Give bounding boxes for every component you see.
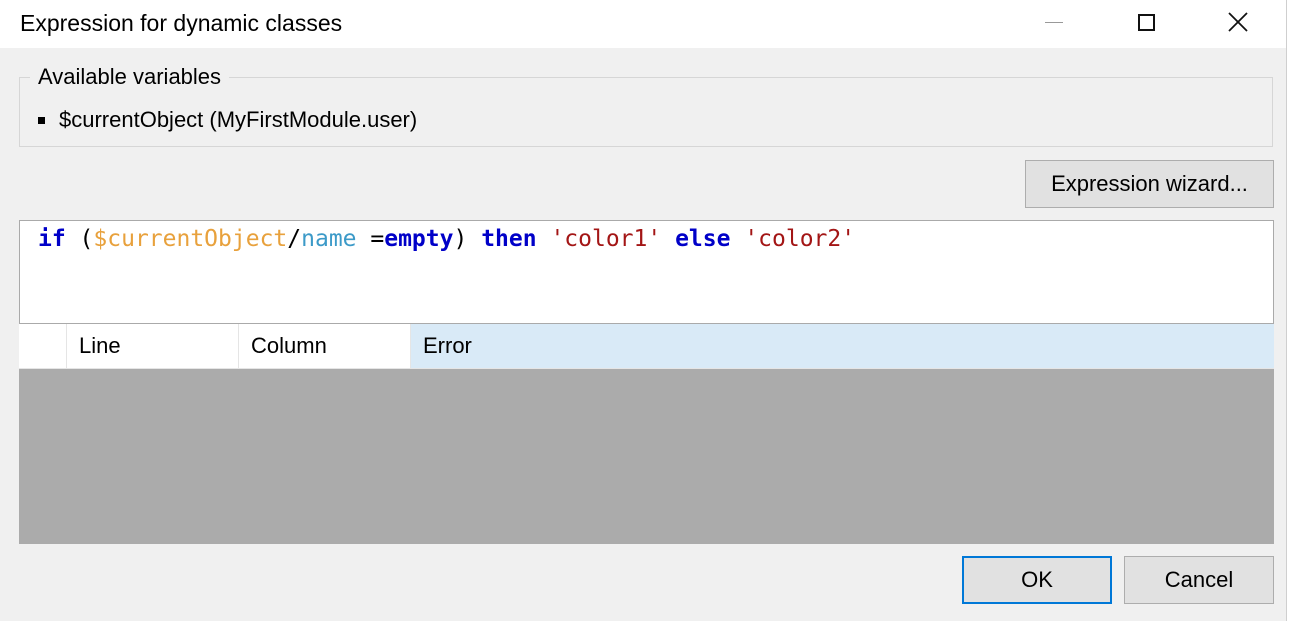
- token-attribute: name: [301, 226, 357, 252]
- keyword-else: else: [661, 226, 731, 252]
- column-header-blank[interactable]: [19, 324, 67, 368]
- error-table: Line Column Error: [19, 324, 1274, 544]
- token-open-paren: (: [65, 226, 94, 252]
- column-header-error[interactable]: Error: [411, 324, 1274, 368]
- token-string-color2: 'color2': [730, 226, 856, 252]
- variable-item: $currentObject (MyFirstModule.user): [38, 106, 417, 134]
- variables-legend: Available variables: [30, 63, 230, 91]
- variable-label: $currentObject (MyFirstModule.user): [59, 107, 418, 132]
- close-button[interactable]: [1192, 0, 1284, 44]
- keyword-if: if: [38, 226, 66, 252]
- expression-code: if ($currentObject/name =empty) then 'co…: [38, 225, 855, 253]
- column-header-line[interactable]: Line: [67, 324, 239, 368]
- token-slash: /: [287, 226, 302, 252]
- bullet-icon: [38, 116, 45, 124]
- column-header-column[interactable]: Column: [239, 324, 411, 368]
- minimize-button[interactable]: [1008, 0, 1100, 44]
- expression-editor[interactable]: if ($currentObject/name =empty) then 'co…: [19, 220, 1274, 324]
- keyword-then: then: [467, 226, 537, 252]
- dialog-title: Expression for dynamic classes: [20, 10, 343, 36]
- maximize-button[interactable]: [1100, 0, 1192, 44]
- close-icon: [1228, 12, 1248, 32]
- token-equals: =: [356, 226, 385, 252]
- token-close-paren: ): [453, 226, 468, 252]
- maximize-icon: [1137, 13, 1155, 31]
- title-bar: Expression for dynamic classes: [0, 0, 1286, 48]
- token-string-color1: 'color1': [536, 226, 662, 252]
- error-table-header: Line Column Error: [19, 324, 1274, 369]
- keyword-empty: empty: [384, 226, 454, 252]
- ok-button[interactable]: OK: [962, 556, 1112, 604]
- expression-dialog: Expression for dynamic classes Available…: [0, 0, 1287, 621]
- cancel-button[interactable]: Cancel: [1124, 556, 1274, 604]
- expression-wizard-button[interactable]: Expression wizard...: [1025, 160, 1274, 208]
- background-window-edge: [1286, 0, 1296, 621]
- token-variable: $currentObject: [93, 226, 288, 252]
- minimize-icon: [1045, 21, 1063, 23]
